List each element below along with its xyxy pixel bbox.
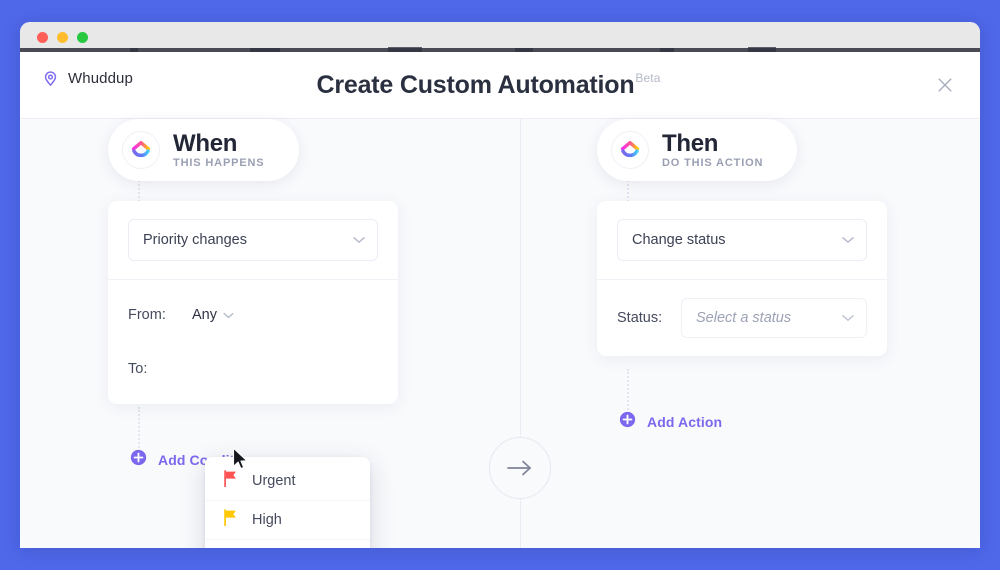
app-window: Whuddup Create Custom AutomationBeta Whe… bbox=[20, 22, 980, 548]
plus-circle-icon bbox=[619, 411, 636, 433]
chevron-down-icon bbox=[842, 310, 854, 326]
window-minimize-button[interactable] bbox=[57, 32, 68, 43]
trigger-select-value: Priority changes bbox=[143, 232, 247, 248]
modal-body: When THIS HAPPENS Priority changes From:… bbox=[20, 119, 980, 548]
priority-dropdown-menu[interactable]: UrgentHighNormalLowNo Priority bbox=[205, 457, 370, 548]
plus-circle-glyph bbox=[130, 449, 147, 466]
chevron-down-icon bbox=[223, 307, 234, 323]
then-connector-line-lower bbox=[627, 369, 629, 417]
from-label: From: bbox=[128, 307, 166, 323]
when-connector-line-lower bbox=[138, 407, 140, 455]
clickup-logo-icon bbox=[122, 131, 160, 170]
clickup-logo-icon bbox=[611, 131, 649, 170]
when-pill-title: When bbox=[173, 130, 238, 157]
add-action-button[interactable]: Add Action bbox=[619, 411, 722, 433]
flag-icon bbox=[223, 469, 238, 492]
status-row: Status: Select a status bbox=[617, 298, 867, 338]
chevron-down-icon bbox=[353, 232, 365, 248]
close-icon bbox=[938, 78, 952, 92]
page-title: Create Custom AutomationBeta bbox=[316, 70, 661, 100]
then-pill-title: Then bbox=[662, 130, 719, 157]
then-action-section: Change status bbox=[597, 201, 887, 279]
chevron-down-icon bbox=[842, 232, 854, 248]
then-column: Then DO THIS ACTION Change status Status… bbox=[597, 119, 977, 430]
trigger-select[interactable]: Priority changes bbox=[128, 219, 378, 261]
status-label: Status: bbox=[617, 310, 663, 326]
status-select[interactable]: Select a status bbox=[681, 298, 867, 338]
from-row: From: Any bbox=[128, 298, 378, 332]
when-column: When THIS HAPPENS Priority changes From:… bbox=[108, 119, 488, 468]
from-value-dropdown[interactable]: Any bbox=[192, 307, 234, 323]
priority-option-label: High bbox=[252, 512, 282, 528]
priority-option-high[interactable]: High bbox=[205, 500, 370, 539]
priority-option-label: Urgent bbox=[252, 472, 296, 489]
to-row: To: bbox=[128, 352, 378, 386]
when-pill-subtitle: THIS HAPPENS bbox=[173, 157, 265, 170]
flow-arrow-button[interactable] bbox=[489, 437, 551, 499]
modal-header: Whuddup Create Custom AutomationBeta bbox=[20, 52, 980, 119]
beta-badge: Beta bbox=[635, 70, 661, 85]
window-titlebar bbox=[20, 22, 980, 52]
close-button[interactable] bbox=[932, 72, 958, 98]
to-label: To: bbox=[128, 361, 148, 377]
when-pill[interactable]: When THIS HAPPENS bbox=[108, 119, 299, 182]
window-maximize-button[interactable] bbox=[77, 32, 88, 43]
window-close-button[interactable] bbox=[37, 32, 48, 43]
action-select-value: Change status bbox=[632, 232, 726, 248]
then-card: Change status Status: Select a status bbox=[597, 201, 887, 356]
action-select[interactable]: Change status bbox=[617, 219, 867, 261]
add-action-label: Add Action bbox=[647, 414, 723, 430]
then-pill[interactable]: Then DO THIS ACTION bbox=[597, 119, 798, 182]
when-trigger-section: Priority changes bbox=[108, 201, 398, 279]
plus-circle-glyph bbox=[619, 411, 636, 428]
from-value: Any bbox=[192, 307, 217, 323]
modal-title-wrap: Create Custom AutomationBeta bbox=[20, 52, 980, 118]
when-conditions-section: From: Any To: bbox=[108, 279, 398, 404]
page-title-text: Create Custom Automation bbox=[316, 70, 635, 99]
flag-icon bbox=[223, 509, 238, 531]
when-card: Priority changes From: Any To: bbox=[108, 201, 398, 404]
priority-option-normal[interactable]: Normal bbox=[205, 539, 370, 548]
priority-option-urgent[interactable]: Urgent bbox=[205, 461, 370, 500]
plus-circle-icon bbox=[130, 449, 147, 471]
status-select-placeholder: Select a status bbox=[696, 310, 792, 326]
then-status-section: Status: Select a status bbox=[597, 279, 887, 356]
arrow-right-icon bbox=[507, 460, 531, 476]
then-pill-subtitle: DO THIS ACTION bbox=[662, 157, 764, 170]
